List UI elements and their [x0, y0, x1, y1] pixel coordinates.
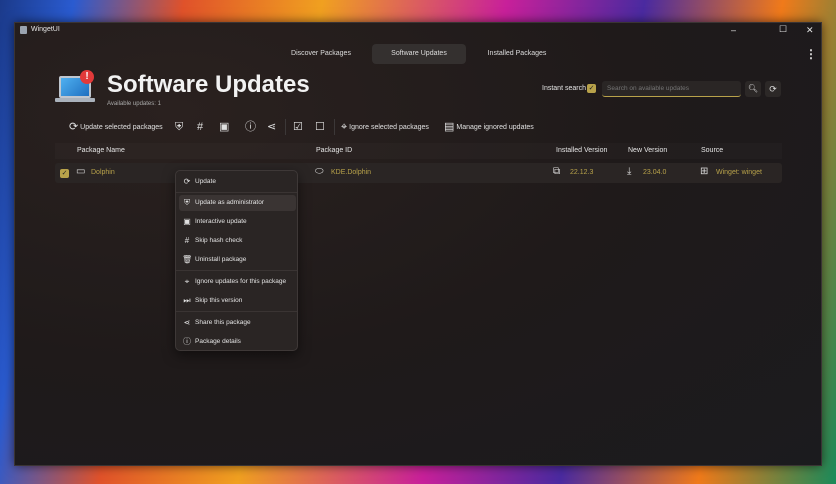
refresh-icon: ⟳ — [69, 121, 79, 133]
skip-hash-button[interactable]: # — [197, 120, 203, 134]
search-icon: 🔍︎ — [747, 84, 759, 93]
share-icon: ⋖ — [267, 121, 277, 133]
update-as-admin-button[interactable]: ⛨ — [175, 120, 183, 134]
menu-label: Share this package — [195, 319, 251, 326]
package-icon: ▭ — [76, 166, 86, 177]
app-window: WingetUI – ☐ ✕ Discover Packages Softwar… — [14, 22, 822, 466]
window-title: WingetUI — [31, 26, 60, 33]
menu-label: Package details — [195, 338, 241, 345]
share-icon: ⋖ — [183, 318, 191, 327]
menu-label: Ignore updates for this package — [195, 278, 287, 285]
package-id: KDE.Dolphin — [331, 169, 372, 176]
context-menu: ⟳ Update ⛨ Update as administrator ▣ Intera… — [175, 170, 298, 351]
minimize-button[interactable]: – — [731, 25, 736, 35]
skip-icon: ⏭︎ — [183, 296, 191, 305]
menu-item-ignore-updates[interactable]: ⌖ Ignore updates for this package — [179, 274, 296, 290]
menu-item-update-admin[interactable]: ⛨ Update as administrator — [179, 195, 296, 211]
ignore-selected-label: Ignore selected packages — [349, 123, 429, 131]
info-icon: ⓘ — [245, 121, 256, 133]
laptop-base — [55, 98, 95, 102]
menu-label: Update as administrator — [195, 199, 265, 206]
menu-label: Update — [195, 178, 216, 185]
menu-item-share[interactable]: ⋖ Share this package — [179, 315, 296, 331]
search-button[interactable]: 🔍︎ — [745, 81, 761, 97]
search-input[interactable] — [602, 81, 741, 97]
package-name: Dolphin — [91, 169, 115, 176]
new-version: 23.04.0 — [643, 169, 667, 176]
window-icon: ▣ — [183, 217, 191, 226]
checkbox-empty-icon: ☐ — [315, 121, 325, 133]
page-title: Software Updates — [107, 71, 310, 98]
share-button[interactable]: ⋖ — [267, 120, 276, 134]
info-icon: ⓘ — [183, 337, 191, 346]
package-details-button[interactable]: ⓘ — [245, 120, 256, 134]
manage-ignored-label: Manage ignored updates — [456, 123, 534, 131]
pin-off-icon: ⌖ — [184, 277, 190, 286]
menu-item-update[interactable]: ⟳ Update — [179, 174, 296, 190]
interactive-update-button[interactable]: ▣ — [219, 120, 229, 134]
close-button[interactable]: ✕ — [806, 25, 814, 36]
reload-button[interactable]: ⟳ — [765, 81, 781, 97]
available-updates-count: Available updates: 1 — [107, 101, 161, 107]
hash-icon: # — [184, 236, 190, 245]
menu-item-interactive-update[interactable]: ▣ Interactive update — [179, 214, 296, 230]
tab-software-updates[interactable]: Software Updates — [372, 44, 466, 64]
menu-item-package-details[interactable]: ⓘ Package details — [179, 334, 296, 350]
row-checkbox[interactable]: ✓ — [60, 169, 69, 178]
tab-discover[interactable]: Discover Packages — [280, 44, 362, 64]
alert-badge: ! — [80, 70, 94, 84]
menu-divider — [176, 311, 297, 312]
more-options-icon[interactable]: ⋮ — [805, 47, 817, 61]
column-source[interactable]: Source — [701, 147, 723, 154]
package-source: Winget: winget — [716, 169, 762, 176]
hash-icon: # — [197, 121, 204, 133]
menu-label: Interactive update — [195, 218, 247, 225]
toolbar-divider — [334, 119, 335, 135]
toolbar-divider — [285, 119, 286, 135]
menu-item-skip-hash[interactable]: # Skip hash check — [179, 233, 296, 249]
select-all-button[interactable]: ☑ — [293, 120, 303, 134]
tag-icon: ⬭ — [315, 166, 324, 177]
update-selected-button[interactable]: ⟳ Update selected packages — [69, 120, 163, 134]
shield-icon: ⛨ — [175, 121, 184, 133]
select-none-button[interactable]: ☐ — [315, 120, 325, 134]
version-icon: ⧉ — [553, 166, 561, 177]
column-installed-version[interactable]: Installed Version — [556, 147, 607, 154]
app-icon — [20, 26, 27, 34]
installed-version: 22.12.3 — [570, 169, 594, 176]
shield-icon: ⛨ — [184, 198, 190, 207]
tab-installed[interactable]: Installed Packages — [475, 44, 559, 64]
instant-search-checkbox[interactable]: ✓ — [587, 84, 596, 93]
manage-ignored-icon: ▤ — [444, 121, 455, 133]
update-selected-label: Update selected packages — [80, 123, 163, 131]
reload-icon: ⟳ — [769, 84, 777, 94]
table-header: Package Name Package ID Installed Versio… — [55, 143, 782, 159]
menu-item-skip-version[interactable]: ⏭︎ Skip this version — [179, 293, 296, 309]
window-icon: ▣ — [219, 121, 230, 133]
trash-icon: 🗑︎ — [182, 255, 193, 264]
refresh-icon: ⟳ — [183, 177, 191, 186]
download-icon: ⤓ — [627, 166, 632, 177]
menu-label: Skip hash check — [195, 237, 243, 244]
column-package-name[interactable]: Package Name — [77, 147, 125, 154]
maximize-button[interactable]: ☐ — [779, 24, 787, 35]
menu-label: Uninstall package — [195, 256, 247, 263]
menu-divider — [176, 270, 297, 271]
table-row[interactable]: ✓ ▭ Dolphin ⬭ KDE.Dolphin ⧉ 22.12.3 ⤓ 23… — [55, 163, 782, 183]
column-new-version[interactable]: New Version — [628, 147, 667, 154]
source-icon: ⊞ — [700, 166, 709, 177]
instant-search-label: Instant search — [542, 85, 586, 92]
menu-label: Skip this version — [195, 297, 243, 304]
ignore-selected-button[interactable]: ⌖ Ignore selected packages — [341, 120, 429, 134]
manage-ignored-button[interactable]: ▤ Manage ignored updates — [444, 120, 534, 134]
checkbox-checked-icon: ☑ — [293, 121, 303, 133]
column-package-id[interactable]: Package ID — [316, 147, 352, 154]
pin-off-icon: ⌖ — [341, 121, 348, 133]
menu-divider — [176, 192, 297, 193]
menu-item-uninstall[interactable]: 🗑︎ Uninstall package — [179, 252, 296, 268]
